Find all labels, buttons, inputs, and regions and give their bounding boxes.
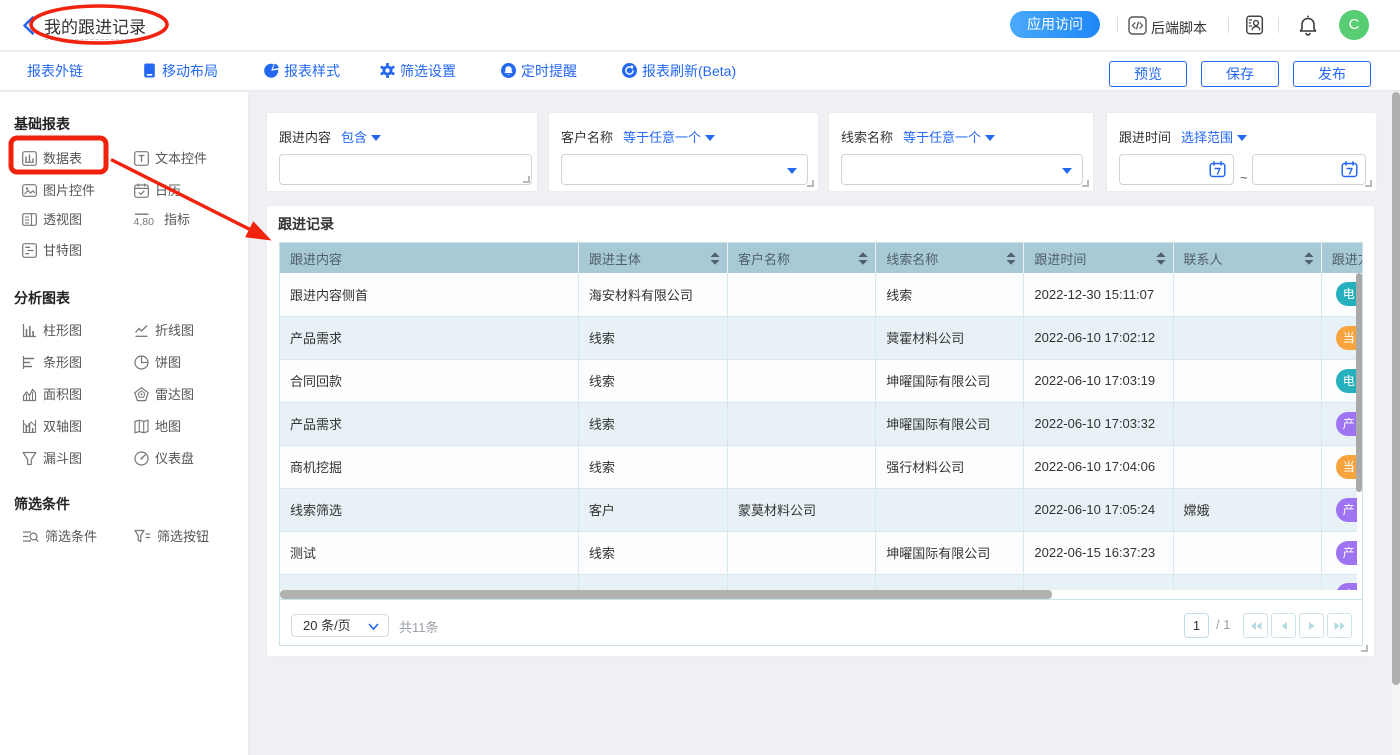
svg-text:4,80: 4,80 <box>134 216 155 227</box>
